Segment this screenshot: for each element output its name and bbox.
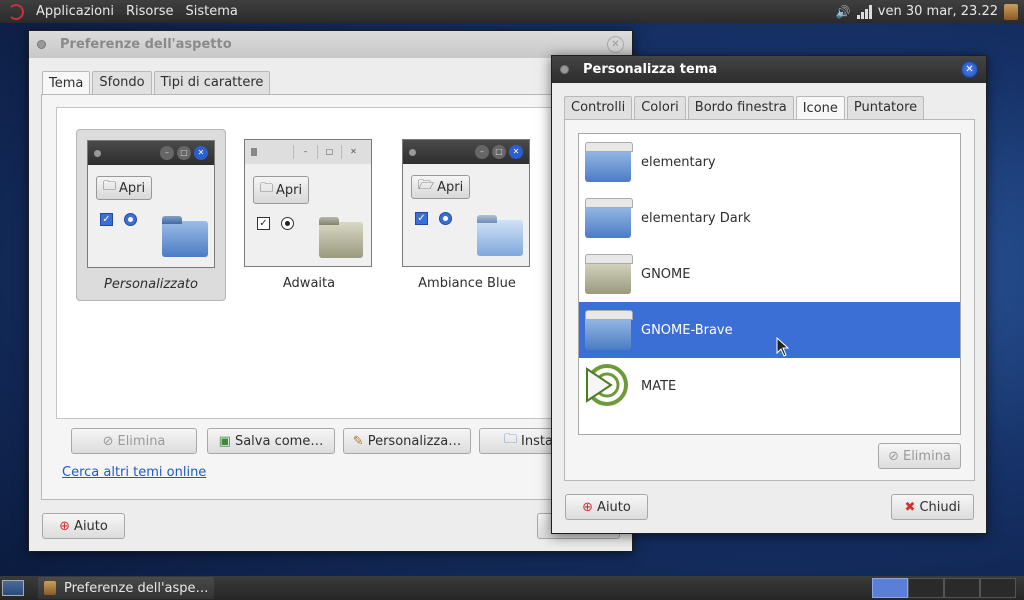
close-icon: ✖: [904, 499, 916, 515]
delete-theme-button[interactable]: ⊘ Elimina: [71, 428, 197, 454]
tab-colors[interactable]: Colori: [634, 96, 686, 119]
debian-logo-icon[interactable]: [8, 3, 24, 20]
radio-preview: [439, 212, 452, 225]
show-desktop-icon[interactable]: [2, 580, 24, 596]
mate-logo-icon: [586, 364, 628, 406]
theme-preview: – □ ✕ 🗀 Apri ✓: [244, 139, 372, 267]
user-menu-icon[interactable]: [1004, 3, 1018, 20]
open-button-preview: 🗀 Apri: [96, 176, 153, 200]
window-menu-icon[interactable]: [560, 65, 569, 74]
folder-icon: [585, 198, 633, 238]
edit-icon: ✎: [352, 433, 364, 449]
theme-name: Ambiance Blue: [418, 276, 516, 291]
theme-gallery: – □ ✕ 🗀 Apri ✓ Personalizzato – □ ✕ 🗀 Ap…: [56, 107, 622, 419]
checkbox-preview: ✓: [257, 217, 270, 230]
folder-icon: [585, 310, 633, 350]
menu-system[interactable]: Sistema: [179, 4, 243, 19]
list-item-elementary[interactable]: elementary: [579, 134, 960, 190]
window-title: Personalizza tema: [583, 62, 718, 77]
help-button[interactable]: ⊕ Aiuto: [42, 513, 125, 539]
folder-open-icon: 🗁: [418, 178, 435, 193]
icons-tab-panel: elementary elementary Dark GNOME GNOME-B…: [564, 119, 975, 481]
bottom-panel: Preferenze dell'aspe…: [0, 576, 1024, 600]
network-signal-icon[interactable]: [856, 4, 872, 19]
volume-icon[interactable]: 🔊: [836, 5, 851, 19]
find-themes-online-link[interactable]: Cerca altri temi online: [62, 465, 206, 480]
close-icon[interactable]: ✕: [607, 36, 624, 53]
theme-name: Adwaita: [282, 276, 336, 291]
tab-controls[interactable]: Controlli: [564, 96, 633, 119]
checkbox-preview: ✓: [100, 213, 113, 226]
folder-icon: 🗀: [504, 432, 518, 447]
tab-icons[interactable]: Icone: [795, 96, 845, 119]
clock[interactable]: ven 30 mar, 23.22: [878, 4, 998, 19]
list-item-gnome[interactable]: GNOME: [579, 246, 960, 302]
menu-places[interactable]: Risorse: [120, 4, 180, 19]
workspace-4[interactable]: [980, 578, 1016, 598]
workspace-3[interactable]: [944, 578, 980, 598]
theme-preview: – □ ✕ 🗀 Apri ✓: [87, 140, 215, 268]
theme-name: Personalizzato: [103, 277, 198, 292]
icon-theme-list: elementary elementary Dark GNOME GNOME-B…: [578, 133, 961, 435]
close-button[interactable]: ✖ Chiudi: [891, 494, 974, 520]
tab-fonts[interactable]: Tipi di carattere: [153, 71, 271, 94]
list-item-elementary-dark[interactable]: elementary Dark: [579, 190, 960, 246]
tab-pointer[interactable]: Puntatore: [846, 96, 925, 119]
workspace-1[interactable]: [872, 578, 908, 598]
radio-preview: [124, 213, 137, 226]
customize-titlebar[interactable]: Personalizza tema ✕: [552, 56, 986, 83]
list-item-mate[interactable]: MATE: [579, 358, 960, 414]
folder-icon: [162, 221, 208, 257]
workspace-2[interactable]: [908, 578, 944, 598]
delete-icon: ⊘: [102, 433, 114, 449]
mouse-pointer-icon: [776, 337, 790, 357]
lifebuoy-icon: ⊕: [59, 518, 71, 534]
system-tray: 🔊 ven 30 mar, 23.22: [836, 3, 1024, 20]
list-item-gnome-brave[interactable]: GNOME-Brave: [579, 302, 960, 358]
theme-card-adwaita[interactable]: – □ ✕ 🗀 Apri ✓ Adwaita: [234, 129, 384, 301]
delete-icon-theme-button[interactable]: ⊘ Elimina: [878, 443, 961, 469]
save-as-button[interactable]: ▣ Salva come…: [207, 428, 335, 454]
appearance-titlebar[interactable]: Preferenze dell'aspetto ✕: [29, 31, 632, 58]
window-title: Preferenze dell'aspetto: [60, 37, 232, 52]
workspace-switcher: [872, 578, 1016, 598]
open-button-preview: 🗁 Apri: [411, 175, 471, 199]
customize-theme-window: Personalizza tema ✕ Controlli Colori Bor…: [551, 55, 987, 534]
open-button-preview: 🗀 Apri: [253, 176, 310, 204]
appearance-preferences-window: Preferenze dell'aspetto ✕ Tema Sfondo Ti…: [28, 30, 633, 552]
close-icon[interactable]: ✕: [961, 61, 978, 78]
customize-button[interactable]: ✎ Personalizza…: [343, 428, 471, 454]
top-panel: Applicazioni Risorse Sistema 🔊 ven 30 ma…: [0, 0, 1024, 23]
delete-icon: ⊘: [888, 448, 899, 464]
theme-preview: – □ ✕ 🗁 Apri ✓: [402, 139, 530, 267]
appearance-tabs: Tema Sfondo Tipi di carattere: [42, 71, 271, 94]
customize-tabs: Controlli Colori Bordo finestra Icone Pu…: [564, 96, 925, 119]
folder-icon: 🗀: [103, 179, 117, 194]
taskbar-window-button[interactable]: Preferenze dell'aspe…: [38, 577, 214, 599]
help-button[interactable]: ⊕ Aiuto: [565, 494, 648, 520]
theme-tab-panel: – □ ✕ 🗀 Apri ✓ Personalizzato – □ ✕ 🗀 Ap…: [41, 94, 622, 500]
tab-background[interactable]: Sfondo: [92, 71, 152, 94]
folder-icon: [319, 222, 363, 258]
window-menu-icon[interactable]: [37, 40, 46, 49]
folder-icon: 🗀: [260, 181, 274, 196]
folder-icon: [585, 254, 633, 294]
folder-icon: [585, 142, 633, 182]
lifebuoy-icon: ⊕: [582, 499, 594, 515]
folder-icon: [477, 220, 523, 256]
appearance-app-icon: [44, 581, 56, 595]
theme-card-ambiance-blue[interactable]: – □ ✕ 🗁 Apri ✓ Ambiance Blue: [392, 129, 542, 301]
menu-applications[interactable]: Applicazioni: [30, 4, 120, 19]
checkbox-preview: ✓: [415, 212, 428, 225]
tab-window-border[interactable]: Bordo finestra: [687, 96, 794, 119]
save-icon: ▣: [218, 433, 231, 449]
radio-preview: [281, 217, 294, 230]
tab-theme[interactable]: Tema: [42, 71, 91, 94]
theme-card-custom[interactable]: – □ ✕ 🗀 Apri ✓ Personalizzato: [76, 129, 226, 301]
